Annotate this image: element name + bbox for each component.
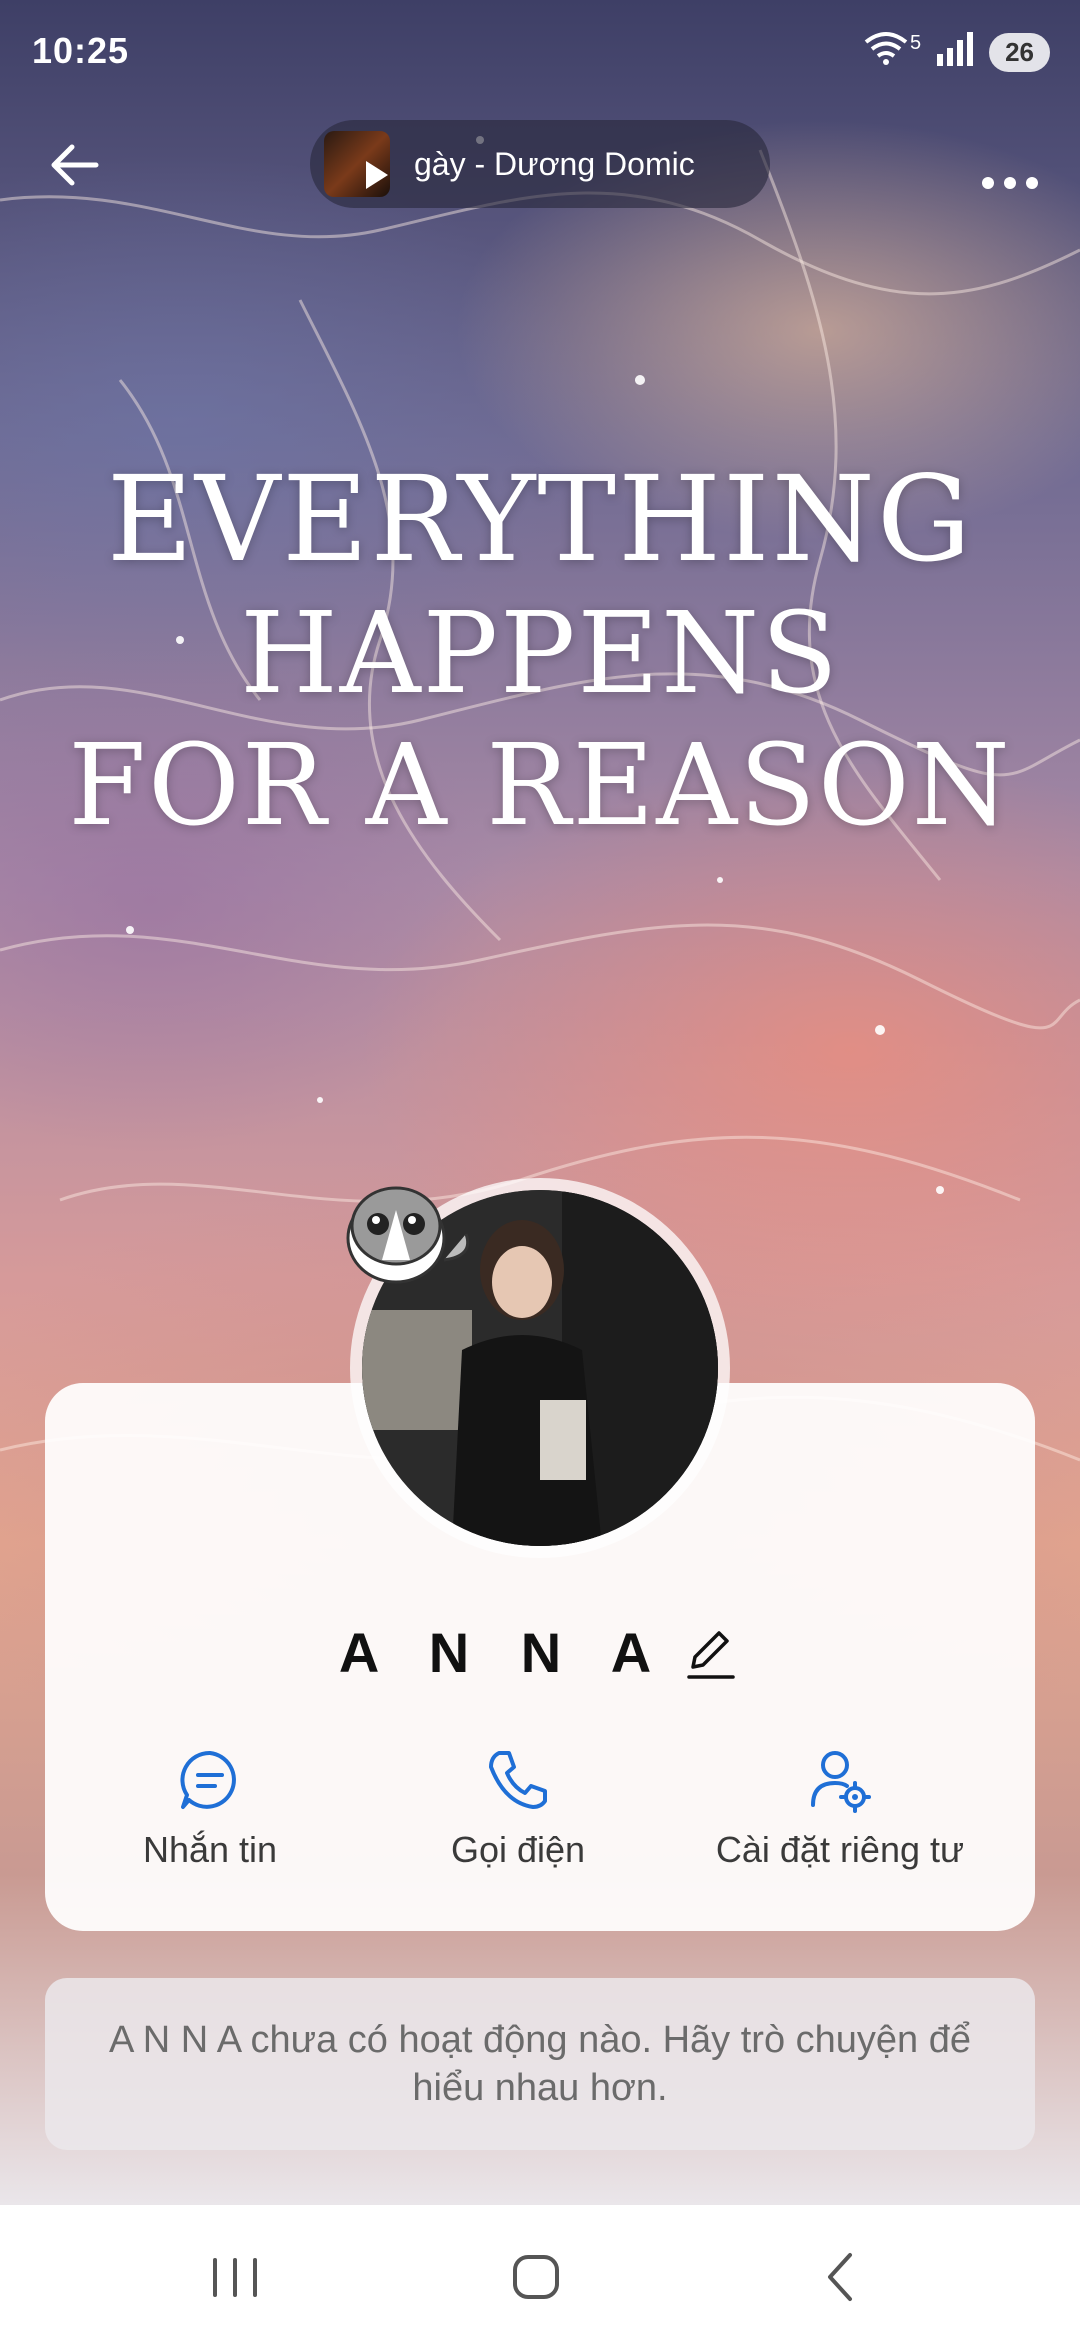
profile-name: A N N A	[338, 1621, 670, 1684]
user-settings-icon	[811, 1751, 871, 1813]
back-button[interactable]	[40, 130, 120, 200]
activity-empty-note: A N N A chưa có hoạt động nào. Hãy trò c…	[45, 1978, 1035, 2150]
cover-line-2: HAPPENS	[240, 589, 840, 719]
signal-icon	[935, 30, 975, 75]
privacy-settings-label: Cài đặt riêng tư	[715, 1829, 965, 1870]
chat-icon	[180, 1750, 236, 1809]
wifi-badge: 5	[909, 32, 922, 54]
arrow-left-icon	[51, 144, 99, 186]
play-icon	[366, 161, 388, 189]
cover-line-3: FOR A REASON	[68, 721, 1012, 851]
status-time: 10:25	[32, 30, 130, 71]
recent-apps-button[interactable]	[175, 2235, 295, 2315]
cover-line-1: EVERYTHING	[106, 450, 974, 588]
album-art	[324, 131, 390, 197]
top-bar: gày - Dương Domic	[0, 110, 1080, 220]
back-nav-button[interactable]	[780, 2235, 900, 2315]
more-button[interactable]	[970, 130, 1050, 200]
battery-indicator: 26	[989, 33, 1050, 72]
action-row: Nhắn tin Gọi điện Cài đặt riêng tư	[45, 1745, 1035, 1895]
phone-icon	[489, 1751, 547, 1809]
message-label: Nhắn tin	[142, 1829, 278, 1870]
now-playing-title: gày - Dương Domic	[414, 145, 695, 182]
more-horizontal-icon	[982, 177, 1038, 189]
pencil-icon[interactable]	[681, 1623, 741, 1683]
profile-name-row: A N N A	[45, 1620, 1035, 1685]
status-bar: 10:25 5 26	[0, 0, 1080, 100]
call-button[interactable]: Gọi điện	[353, 1745, 683, 1871]
cover-quote: EVERYTHING HAPPENS FOR A REASON	[0, 460, 1080, 842]
now-playing-pill[interactable]: gày - Dương Domic	[310, 120, 770, 208]
cat-sticker-icon	[346, 1186, 470, 1284]
call-label: Gọi điện	[450, 1829, 586, 1870]
activity-empty-text: A N N A chưa có hoạt động nào. Hãy trò c…	[109, 2019, 971, 2109]
message-button[interactable]: Nhắn tin	[45, 1745, 375, 1871]
system-nav-bar	[0, 2205, 1080, 2340]
privacy-settings-button[interactable]: Cài đặt riêng tư	[675, 1745, 1005, 1871]
wifi-icon	[862, 30, 910, 75]
home-button[interactable]	[475, 2235, 595, 2315]
